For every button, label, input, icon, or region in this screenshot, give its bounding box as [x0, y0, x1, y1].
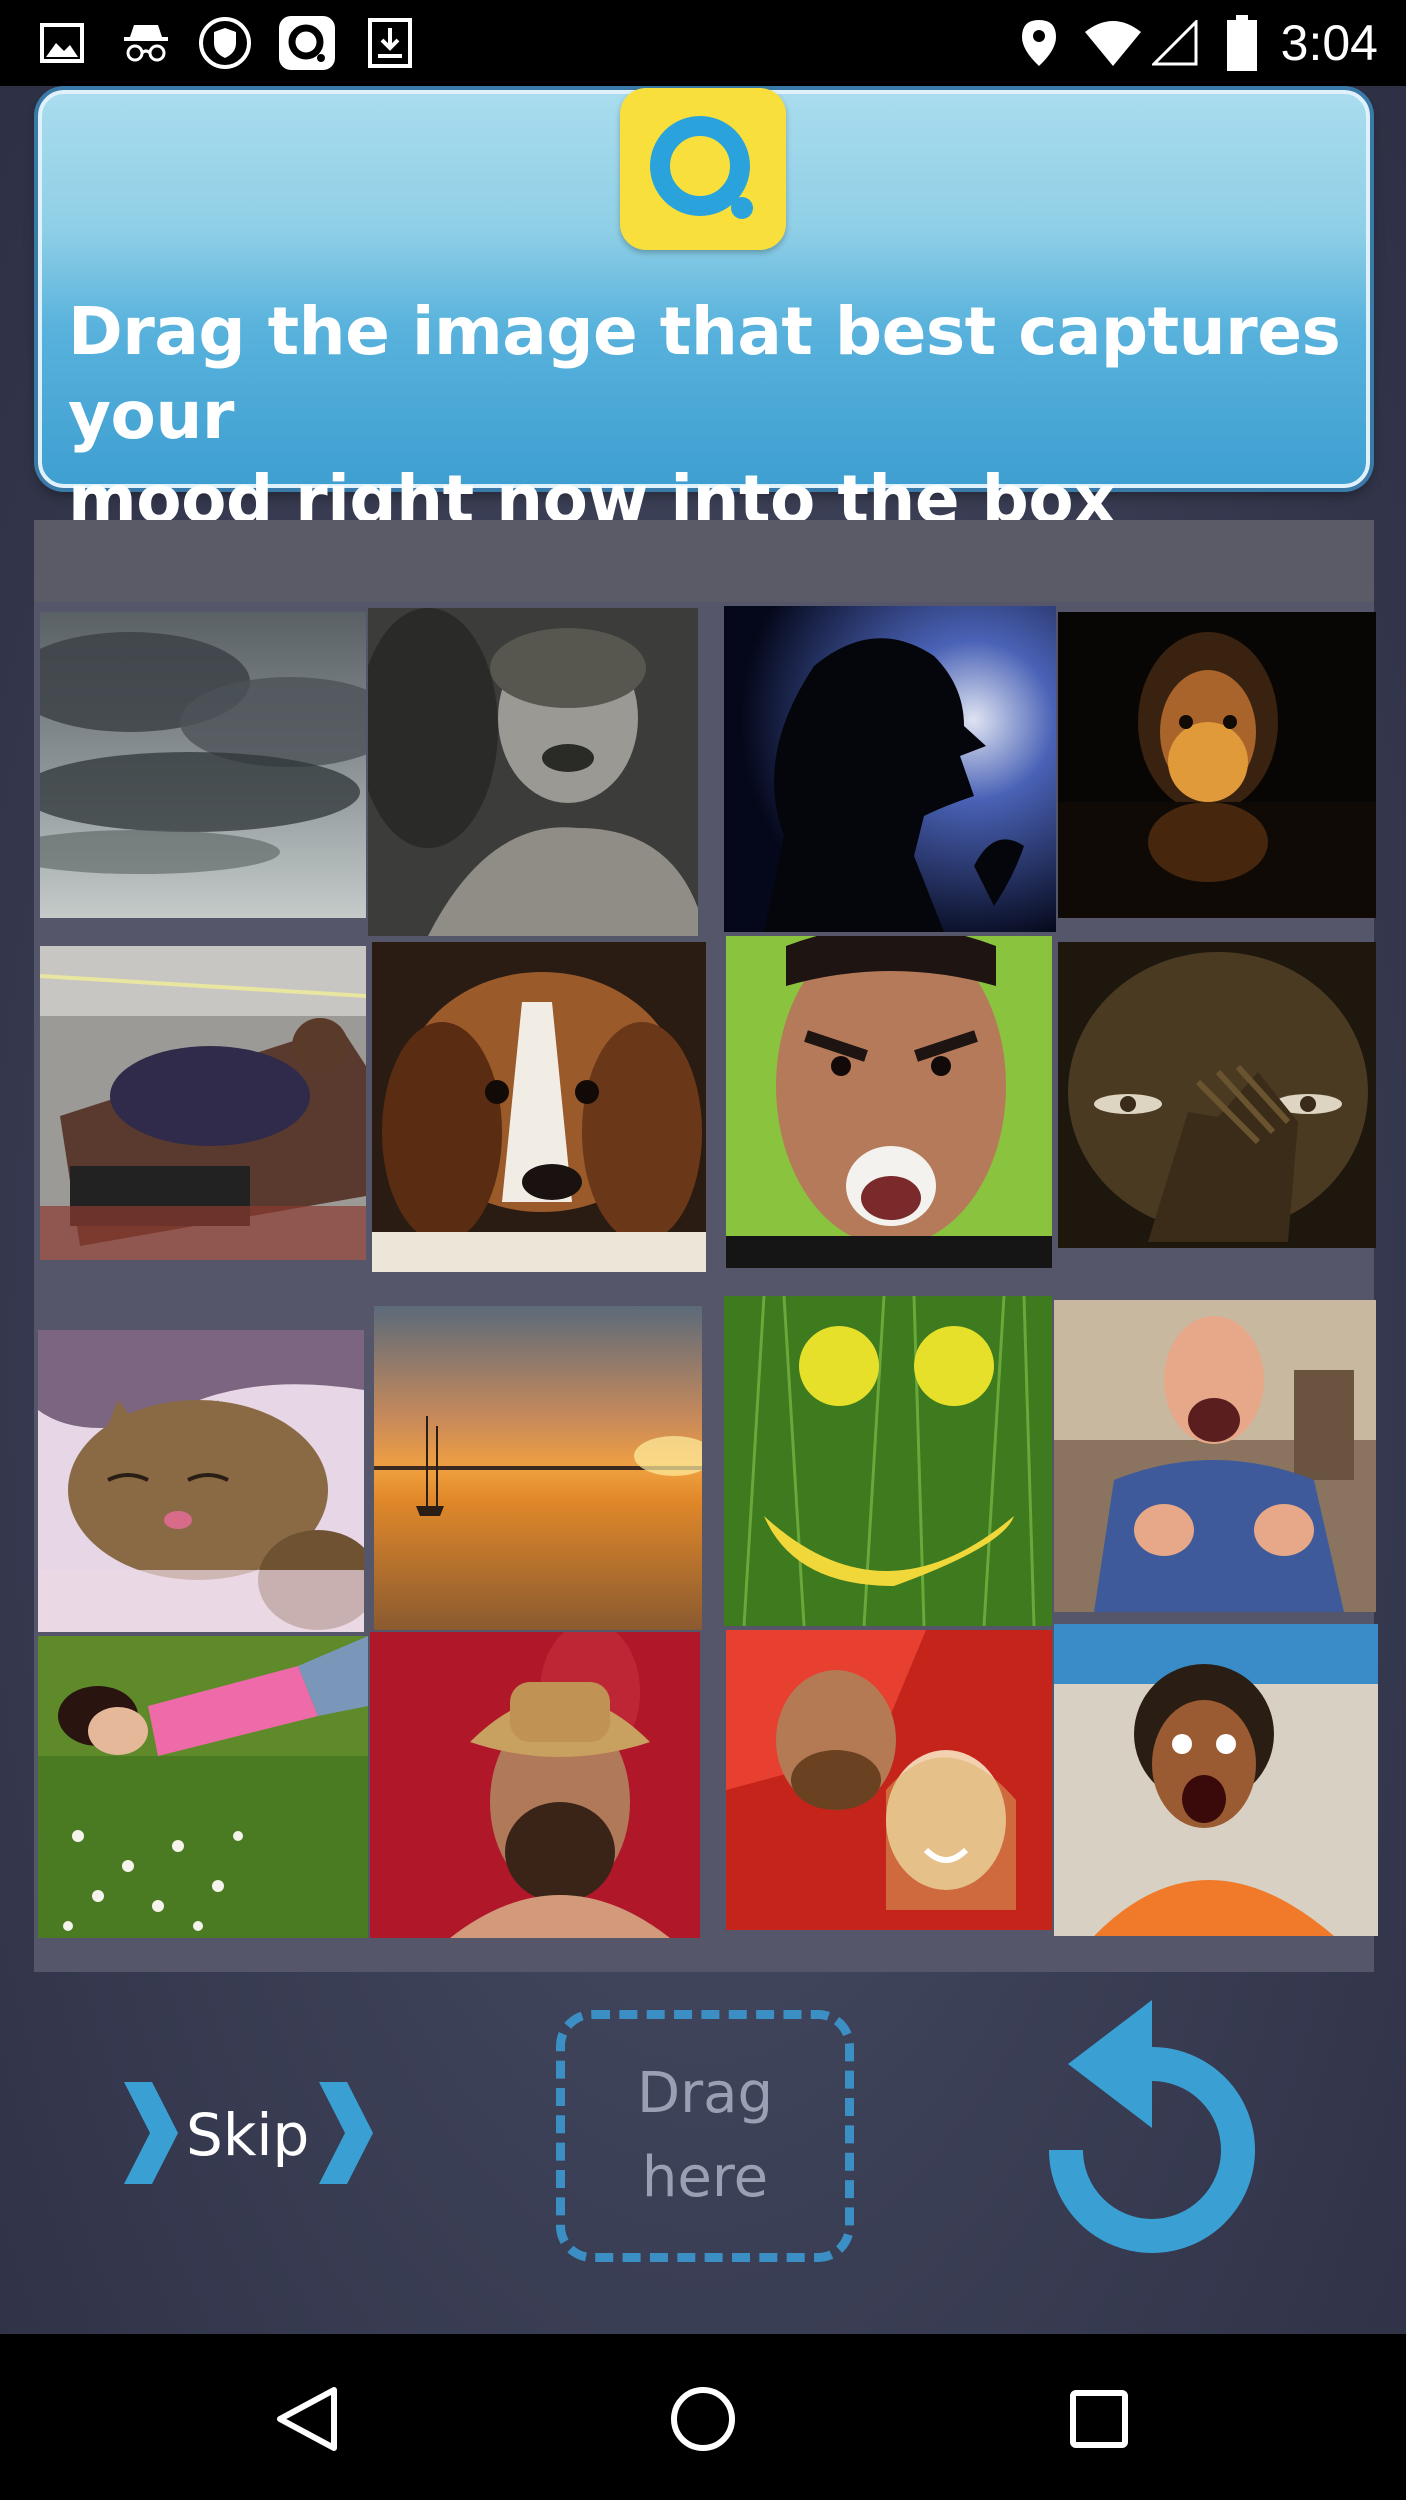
reset-button[interactable] — [1032, 2000, 1272, 2280]
sleeping-man-bench-image[interactable] — [40, 946, 366, 1260]
app-q-logo — [620, 88, 786, 250]
home-icon[interactable] — [658, 2374, 748, 2464]
storm-clouds-image[interactable] — [40, 612, 366, 918]
excited-woman-beach-image[interactable] — [1054, 1624, 1378, 1936]
drop-zone-label: Drag here — [636, 2061, 773, 2210]
crying-child-image[interactable] — [368, 608, 698, 936]
chevron-right-icon — [315, 2078, 375, 2193]
man-cowboy-hat-image[interactable] — [370, 1632, 700, 1938]
image-icon — [38, 14, 86, 72]
candle-lit-face-image[interactable] — [1058, 612, 1376, 918]
woman-lying-grass-image[interactable] — [38, 1636, 368, 1938]
grid-top-bar — [34, 520, 1374, 602]
undo-arrow-icon — [1049, 2000, 1255, 2253]
battery-icon — [1224, 14, 1260, 72]
download-icon — [366, 14, 414, 72]
smiling-father-daughter-image[interactable] — [726, 1630, 1052, 1930]
recents-icon[interactable] — [1054, 2374, 1144, 2464]
status-bar: 3:04 — [0, 0, 1406, 86]
clock-time: 3:04 — [1280, 15, 1378, 71]
sleeping-kitten-image[interactable] — [38, 1330, 364, 1632]
incognito-icon — [118, 14, 174, 72]
sunset-lake-image[interactable] — [374, 1306, 702, 1630]
fruit-smiley-face-image[interactable] — [724, 1296, 1052, 1626]
shield-icon — [196, 14, 254, 72]
signal-icon — [1150, 14, 1200, 72]
thumbs-up-man-image[interactable] — [1054, 1300, 1376, 1612]
angry-man-face-image[interactable] — [726, 936, 1052, 1268]
sad-beagle-image[interactable] — [372, 942, 706, 1272]
navigation-bar — [0, 2334, 1406, 2500]
hands-over-face-image[interactable] — [1058, 942, 1376, 1248]
shouting-silhouette-image[interactable] — [724, 606, 1056, 932]
location-icon — [1018, 14, 1060, 72]
skip-label: Skip — [186, 2101, 310, 2169]
chevron-right-icon — [120, 2078, 180, 2193]
app-q-icon — [276, 14, 338, 72]
drop-zone[interactable]: Drag here — [556, 2010, 854, 2262]
back-icon[interactable] — [262, 2374, 352, 2464]
wifi-icon — [1082, 14, 1144, 72]
skip-button[interactable]: Skip — [120, 2080, 390, 2190]
